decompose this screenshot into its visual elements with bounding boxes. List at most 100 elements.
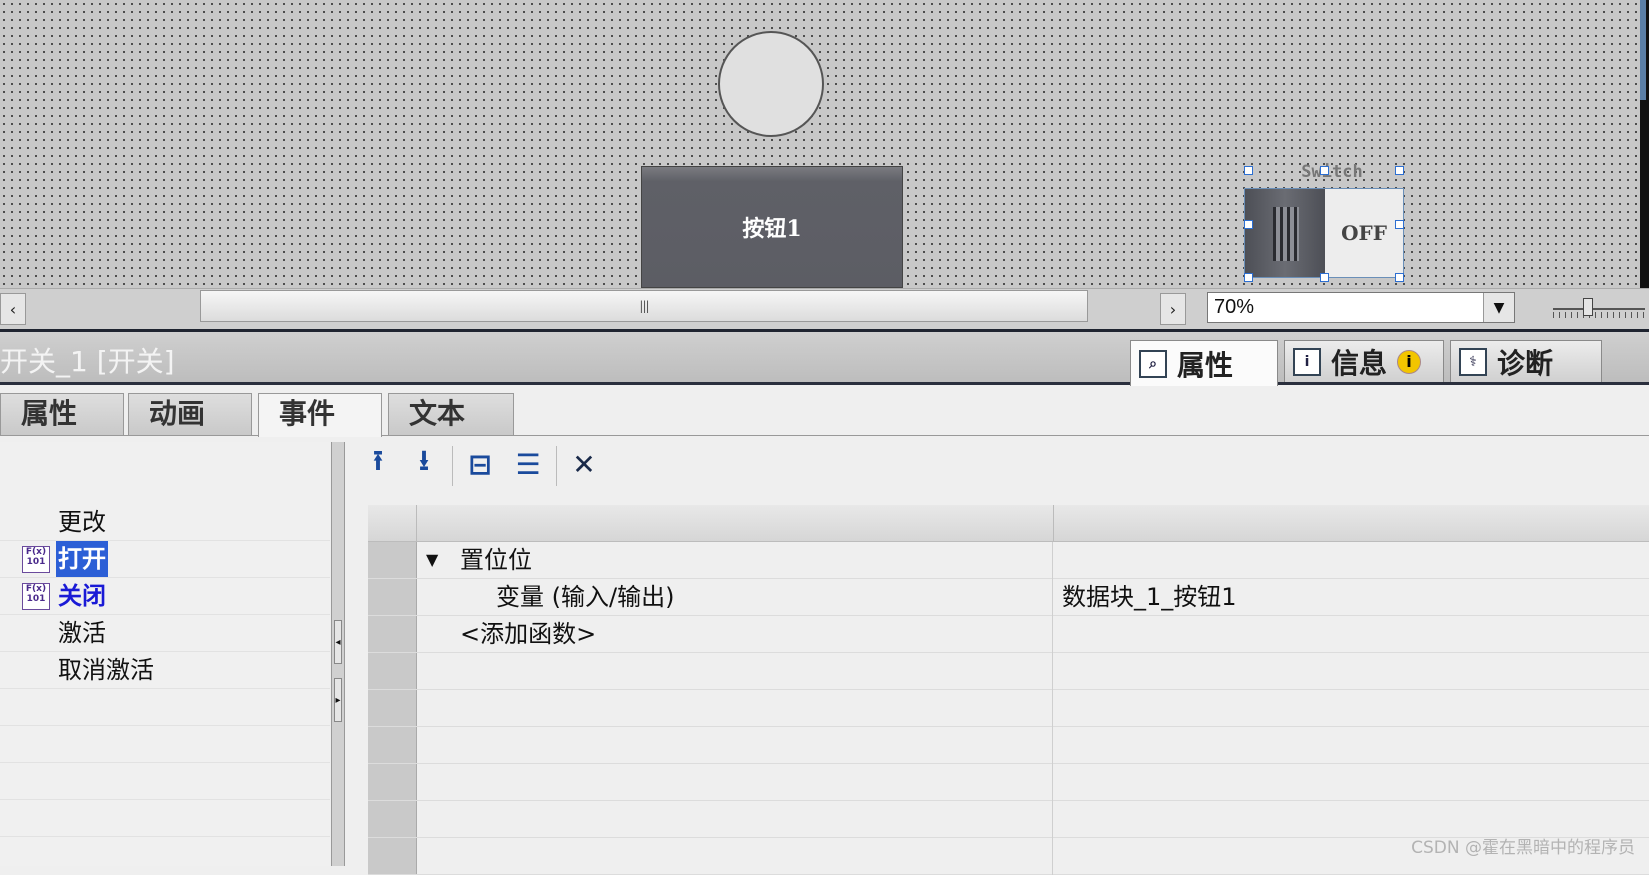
tab-texts[interactable]: 文本 xyxy=(388,393,514,435)
dropdown-arrow-icon[interactable]: ▼ xyxy=(1483,293,1514,322)
info-badge-icon: i xyxy=(1397,349,1422,374)
hmi-button-1[interactable]: 按钮1 xyxy=(641,166,903,288)
zoom-slider-ticks xyxy=(1553,312,1645,318)
column-separator xyxy=(1052,542,1053,579)
right-edge-accent xyxy=(1640,0,1646,100)
column-separator xyxy=(1052,727,1053,764)
selection-handle-tr[interactable] xyxy=(1395,166,1404,175)
column-separator xyxy=(1052,838,1053,875)
event-label: 关闭 xyxy=(58,582,106,610)
row-header xyxy=(368,801,417,837)
expand-toggle-icon[interactable]: ▼ xyxy=(426,542,438,578)
event-item-change[interactable]: 更改 xyxy=(0,504,330,541)
row-header xyxy=(368,838,417,874)
diagnostics-icon: ⚕ xyxy=(1459,347,1487,376)
zoom-slider-track xyxy=(1553,308,1645,310)
move-up-icon[interactable]: ⭱ xyxy=(360,444,396,482)
function-icon: F(x) 101 xyxy=(22,546,50,573)
function-param-row[interactable]: 变量 (输入/输出) 数据块_1_按钮1 xyxy=(368,579,1649,616)
add-function-row[interactable]: <添加函数> xyxy=(368,616,1649,653)
toolbar-divider xyxy=(452,446,453,486)
tab-label: 信息 xyxy=(1331,346,1388,380)
collapse-right-icon[interactable]: ▸ xyxy=(334,678,342,722)
grip-icon: ||| xyxy=(639,299,649,313)
scroll-right-button[interactable]: › xyxy=(1160,293,1186,325)
event-item-empty xyxy=(0,689,330,726)
selection-handle-br[interactable] xyxy=(1395,273,1404,282)
row-header xyxy=(368,764,417,800)
function-grid: ▼ 置位位 变量 (输入/输出) 数据块_1_按钮1 <添加函数> xyxy=(368,505,1649,875)
move-down-icon[interactable]: ⭳ xyxy=(406,444,442,482)
row-header xyxy=(368,727,417,763)
zoom-value: 70% xyxy=(1214,296,1255,318)
tab-properties-panel[interactable]: ⌕ 属性 xyxy=(1130,340,1278,386)
empty-row xyxy=(368,727,1649,764)
event-label: 激活 xyxy=(58,619,106,647)
horizontal-scroll-thumb[interactable]: ||| xyxy=(200,290,1088,322)
add-function-label[interactable]: <添加函数> xyxy=(460,616,596,652)
event-label: 打开 xyxy=(56,541,108,577)
function-icon: F(x) 101 xyxy=(22,583,50,610)
info-icon: i xyxy=(1293,347,1321,376)
zoom-slider-knob[interactable] xyxy=(1583,298,1593,316)
scroll-left-button[interactable]: ‹ xyxy=(0,293,26,325)
column-separator xyxy=(1052,690,1053,727)
event-item-switch-off[interactable]: F(x) 101 关闭 xyxy=(0,578,330,615)
row-header xyxy=(368,542,417,578)
event-item-empty xyxy=(0,763,330,800)
event-item-activate[interactable]: 激活 xyxy=(0,615,330,652)
screen-canvas[interactable]: 按钮1 Switch OFF xyxy=(0,0,1640,288)
switch-object[interactable]: Switch OFF xyxy=(1244,162,1404,282)
event-item-switch-on[interactable]: F(x) 101 打开 xyxy=(0,541,330,578)
column-separator xyxy=(1052,653,1053,690)
chevron-right-icon: › xyxy=(1169,299,1177,319)
selection-handle-mr[interactable] xyxy=(1395,220,1404,229)
selection-handle-ml[interactable] xyxy=(1244,220,1253,229)
param-name: 变量 (输入/输出) xyxy=(496,583,675,611)
event-list: 更改 F(x) 101 打开 F(x) 101 关闭 激活 取消激活 xyxy=(0,442,330,866)
panel-splitter[interactable]: ◂ ▸ xyxy=(331,442,345,866)
zoom-select[interactable]: 70% ▼ xyxy=(1207,292,1515,323)
tab-diagnostics-panel[interactable]: ⚕ 诊断 xyxy=(1450,340,1602,382)
grid-header xyxy=(368,505,1649,542)
tab-label: 属性 xyxy=(1177,348,1234,382)
delete-icon[interactable]: ✕ xyxy=(566,446,602,482)
watermark: CSDN @霍在黑暗中的程序员 xyxy=(1411,838,1635,858)
collapse-left-icon[interactable]: ◂ xyxy=(334,620,342,664)
event-label: 更改 xyxy=(58,508,106,536)
empty-row xyxy=(368,690,1649,727)
knob-grip-icon xyxy=(1273,207,1299,261)
column-separator xyxy=(1052,579,1053,616)
function-toolbar: ⭱ ⭳ ⊟ ☰ ✕ xyxy=(360,442,660,490)
event-item-deactivate[interactable]: 取消激活 xyxy=(0,652,330,689)
switch-body[interactable]: OFF xyxy=(1244,188,1404,278)
selection-handle-bm[interactable] xyxy=(1320,273,1329,282)
function-group-row[interactable]: ▼ 置位位 xyxy=(368,542,1649,579)
switch-knob[interactable] xyxy=(1245,189,1325,277)
magnifier-icon: ⌕ xyxy=(1139,349,1167,378)
switch-caption: Switch xyxy=(1301,162,1363,182)
row-header xyxy=(368,579,417,615)
hmi-button-label: 按钮1 xyxy=(742,216,802,242)
right-edge-strip xyxy=(1640,0,1649,288)
tab-animations[interactable]: 动画 xyxy=(128,393,252,435)
tab-label: 诊断 xyxy=(1497,346,1554,380)
row-header xyxy=(368,690,417,726)
param-value[interactable]: 数据块_1_按钮1 xyxy=(1062,579,1237,615)
tab-info-panel[interactable]: i 信息 i xyxy=(1284,340,1444,382)
collapse-all-icon[interactable]: ⊟ xyxy=(462,446,498,482)
indicator-circle[interactable] xyxy=(718,31,824,137)
tab-events[interactable]: 事件 xyxy=(258,393,382,437)
empty-row xyxy=(368,653,1649,690)
event-label: 取消激活 xyxy=(58,656,154,684)
zoom-slider[interactable] xyxy=(1553,296,1645,322)
empty-row xyxy=(368,764,1649,801)
tab-properties[interactable]: 属性 xyxy=(0,393,124,435)
row-header xyxy=(368,653,417,689)
selection-handle-bl[interactable] xyxy=(1244,273,1253,282)
column-separator xyxy=(1052,801,1053,838)
selection-handle-tl[interactable] xyxy=(1244,166,1253,175)
expand-all-icon[interactable]: ☰ xyxy=(510,446,546,482)
selection-handle-tm[interactable] xyxy=(1320,166,1329,175)
column-separator xyxy=(1052,616,1053,653)
